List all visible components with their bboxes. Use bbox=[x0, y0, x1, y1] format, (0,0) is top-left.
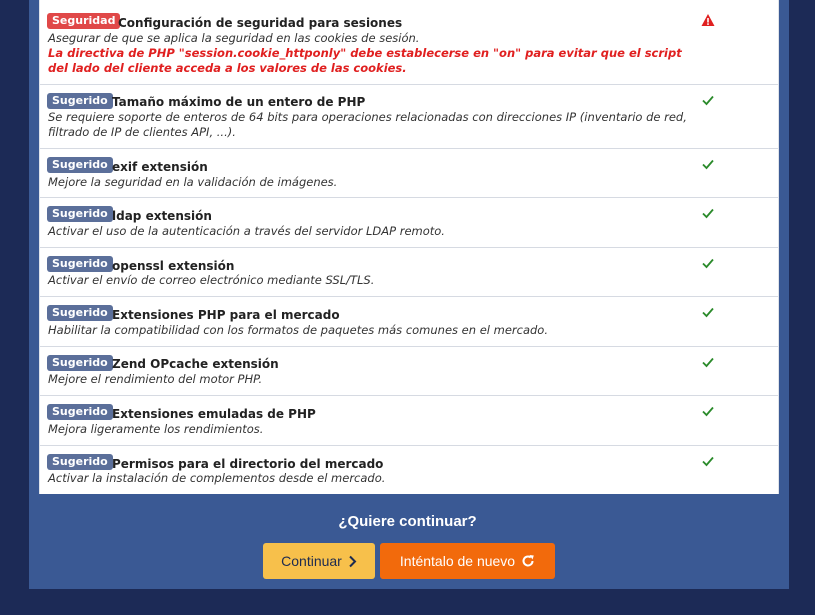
requirement-description: Activar el envío de correo electrónico m… bbox=[48, 273, 375, 287]
requirement-title: Extensiones PHP para el mercado bbox=[112, 308, 340, 322]
check-icon bbox=[702, 456, 714, 467]
check-icon bbox=[702, 258, 714, 269]
suggested-badge: Sugerido bbox=[47, 93, 113, 109]
requirement-description: Mejora ligeramente los rendimientos. bbox=[48, 422, 264, 436]
requirement-title: Zend OPcache extensión bbox=[112, 357, 279, 371]
requirement-title: Tamaño máximo de un entero de PHP bbox=[112, 95, 366, 109]
requirement-row-marketplace-extensions: Sugerido Extensiones PHP para el mercado… bbox=[40, 297, 778, 347]
requirement-description: Mejore la seguridad en la validación de … bbox=[48, 175, 338, 189]
requirement-title: Permisos para el directorio del mercado bbox=[112, 457, 384, 471]
requirement-row-emulated-php: Sugerido Extensiones emuladas de PHP Mej… bbox=[40, 396, 778, 446]
suggested-badge: Sugerido bbox=[47, 157, 113, 173]
continue-button[interactable]: Continuar bbox=[263, 543, 375, 579]
suggested-badge: Sugerido bbox=[47, 355, 113, 371]
security-badge: Seguridad bbox=[47, 13, 121, 29]
requirement-title: ldap extensión bbox=[112, 209, 212, 223]
refresh-icon bbox=[522, 555, 534, 567]
requirement-row-exif: Sugerido exif extensión Mejore la seguri… bbox=[40, 149, 778, 198]
requirement-warning: La directiva de PHP "session.cookie_http… bbox=[48, 46, 682, 75]
continue-button-label: Continuar bbox=[281, 553, 342, 569]
chevron-right-icon bbox=[349, 555, 357, 567]
requirement-row-marketplace-permissions: Sugerido Permisos para el directorio del… bbox=[40, 446, 778, 494]
requirement-description: Activar la instalación de complementos d… bbox=[48, 471, 386, 485]
check-icon bbox=[702, 208, 714, 219]
requirement-row-ldap: Sugerido ldap extensión Activar el uso d… bbox=[40, 198, 778, 248]
requirement-description: Se requiere soporte de enteros de 64 bit… bbox=[48, 110, 687, 139]
requirement-description: Habilitar la compatibilidad con los form… bbox=[48, 323, 548, 337]
requirement-title: Extensiones emuladas de PHP bbox=[112, 407, 316, 421]
suggested-badge: Sugerido bbox=[47, 305, 113, 321]
suggested-badge: Sugerido bbox=[47, 206, 113, 222]
requirement-title: exif extensión bbox=[112, 160, 208, 174]
requirement-title: openssl extensión bbox=[112, 259, 235, 273]
requirement-description: Mejore el rendimiento del motor PHP. bbox=[48, 372, 263, 386]
suggested-badge: Sugerido bbox=[47, 256, 113, 272]
requirement-description: Asegurar de que se aplica la seguridad e… bbox=[48, 31, 420, 45]
suggested-badge: Sugerido bbox=[47, 404, 113, 420]
suggested-badge: Sugerido bbox=[47, 454, 113, 470]
check-icon bbox=[702, 357, 714, 368]
check-icon bbox=[702, 307, 714, 318]
retry-button[interactable]: Inténtalo de nuevo bbox=[380, 543, 555, 579]
requirements-table: Seguridad Configuración de seguridad par… bbox=[39, 0, 779, 494]
requirement-row-openssl: Sugerido openssl extensión Activar el en… bbox=[40, 248, 778, 297]
retry-button-label: Inténtalo de nuevo bbox=[399, 553, 516, 569]
requirement-row-session-security: Seguridad Configuración de seguridad par… bbox=[40, 0, 778, 85]
requirement-row-php-int-size: Sugerido Tamaño máximo de un entero de P… bbox=[40, 85, 778, 149]
requirement-description: Activar el uso de la autenticación a tra… bbox=[48, 224, 445, 238]
requirement-row-opcache: Sugerido Zend OPcache extensión Mejore e… bbox=[40, 347, 778, 396]
requirement-title: Configuración de seguridad para sesiones bbox=[118, 16, 403, 30]
check-icon bbox=[702, 95, 714, 106]
check-icon bbox=[702, 406, 714, 417]
check-icon bbox=[702, 159, 714, 170]
warning-icon bbox=[701, 14, 715, 26]
continue-question: ¿Quiere continuar? bbox=[338, 513, 477, 530]
